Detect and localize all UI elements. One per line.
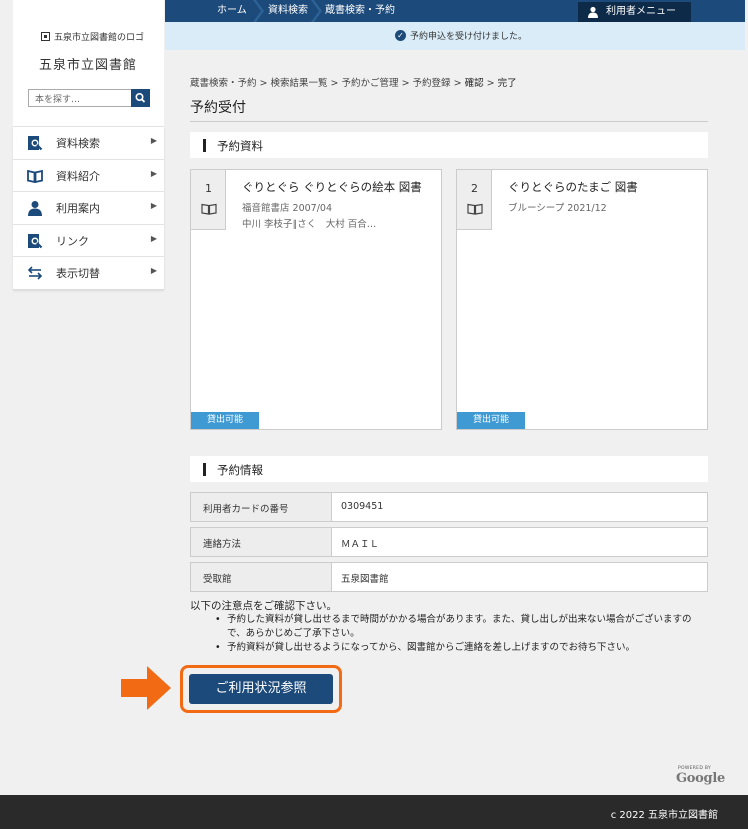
reserved-item-card: 1 ぐりとぐら ぐりとぐらの絵本 図書 福音館書店 2007/04 中川 李枝子…: [190, 169, 442, 430]
sidebar-menu: 資料検索 ▶ 資料紹介 ▶ 利用案内 ▶ リンク ▶ 表示切替 ▶: [13, 126, 164, 290]
item-author: 中川 李枝子∥さく 大村 百合…: [242, 219, 377, 230]
sidebar-item-display-switch[interactable]: 表示切替 ▶: [13, 256, 164, 289]
sidebar-item-label: 資料検索: [56, 137, 100, 150]
caret-right-icon: ▶: [150, 201, 157, 210]
item-number: 2: [471, 182, 478, 195]
info-label: 受取館: [191, 563, 332, 591]
caret-right-icon: ▶: [150, 233, 157, 243]
item-number: 1: [205, 182, 212, 195]
section-bar: [203, 463, 206, 476]
breadcrumb-item[interactable]: 検索結果一覧: [271, 78, 328, 89]
search-button[interactable]: [131, 89, 150, 107]
check-circle-icon: ✓: [395, 30, 406, 41]
notice-message: 予約申込を受け付けました。: [410, 32, 528, 42]
notes-list: 予約した資料が貸し出せるまで時間がかかる場合があります。また、貸し出しが出来ない…: [215, 613, 705, 655]
breadcrumb-item[interactable]: 予約登録: [413, 78, 451, 89]
notice-bar: ✓ 予約申込を受け付けました。: [165, 22, 745, 50]
breadcrumb-item: 確認: [464, 78, 484, 89]
info-row-card-number: 利用者カードの番号 0309451: [190, 492, 708, 522]
info-label: 連絡方法: [191, 528, 332, 556]
item-number-box: 1: [191, 170, 226, 230]
search-book-icon: [28, 136, 43, 151]
info-label: 利用者カードの番号: [191, 493, 332, 521]
breadcrumb-separator: >: [483, 78, 498, 89]
info-row-contact-method: 連絡方法 ＭＡＩＬ: [190, 527, 708, 557]
reserved-item-card: 2 ぐりとぐらのたまご 図書 ブルーシープ 2021/12 貸出可能: [456, 169, 708, 430]
item-publisher: ブルーシープ 2021/12: [508, 203, 607, 214]
open-book-icon: [27, 169, 43, 183]
sidebar-item-label: 資料紹介: [56, 169, 100, 183]
info-row-pickup-library: 受取館 五泉図書館: [190, 562, 708, 592]
sidebar-item-material-search[interactable]: 資料検索 ▶: [13, 126, 164, 159]
library-name: 五泉市立図書館: [39, 58, 138, 73]
item-title[interactable]: ぐりとぐらのたまご 図書: [508, 179, 638, 195]
breadcrumb-separator: >: [398, 78, 413, 89]
info-value: 0309451: [341, 501, 384, 512]
nav-crumb-material-search[interactable]: 資料検索: [268, 0, 308, 22]
search-icon: [135, 93, 146, 103]
item-title[interactable]: ぐりとぐら ぐりとぐらの絵本 図書: [242, 179, 422, 195]
section-title: 予約資料: [217, 139, 263, 153]
google-text: Google: [676, 771, 725, 786]
breadcrumb-separator: >: [327, 78, 342, 89]
sidebar-item-label: リンク: [56, 234, 89, 248]
breadcrumb: 蔵書検索・予約 > 検索結果一覧 > 予約かご管理 > 予約登録 > 確認 > …: [190, 75, 517, 89]
breadcrumb-current: 完了: [497, 78, 517, 89]
breadcrumb-separator: >: [256, 78, 271, 89]
user-menu-button[interactable]: 利用者メニュー: [578, 2, 691, 22]
info-value: ＭＡＩＬ: [341, 539, 380, 550]
chevron-right-icon: [311, 0, 322, 22]
breadcrumb-separator: >: [450, 78, 465, 89]
search-input[interactable]: 本を探す…: [28, 89, 132, 107]
note-item: 予約した資料が貸し出せるまで時間がかかる場合があります。また、貸し出しが出来ない…: [215, 613, 705, 641]
book-icon: [467, 203, 483, 215]
book-icon: [201, 203, 217, 215]
caret-right-icon: ▶: [150, 136, 157, 145]
caret-right-icon: ▶: [150, 168, 157, 178]
chevron-right-icon: [253, 0, 264, 22]
sidebar-item-label: 利用案内: [56, 202, 100, 215]
info-section-header: 予約情報: [190, 456, 708, 482]
sidebar-item-usage-guide[interactable]: 利用案内 ▶: [13, 191, 164, 224]
sidebar-item-material-intro[interactable]: 資料紹介 ▶: [13, 158, 164, 192]
section-title: 予約情報: [217, 463, 263, 477]
top-navigation-bar: ホーム 資料検索 蔵書検索・予約 利用者メニュー: [165, 0, 745, 22]
status-badge: 貸出可能: [457, 412, 525, 429]
info-value: 五泉図書館: [341, 574, 389, 585]
note-item: 予約資料が貸し出せるようになってから、図書館からご連絡を差し上げますのでお待ち下…: [215, 641, 705, 655]
person-icon: [28, 201, 42, 216]
library-logo[interactable]: 五泉市立図書館のロゴ: [41, 30, 144, 43]
title-divider: [190, 121, 708, 122]
sidebar-item-label: 表示切替: [56, 267, 100, 280]
powered-by-google-logo: POWERED BY Google: [676, 766, 725, 788]
copyright: c 2022 五泉市立図書館: [610, 810, 718, 821]
caret-right-icon: ▶: [150, 266, 157, 275]
arrow-right-icon: [121, 666, 171, 710]
notes-lead: 以下の注意点をご確認下さい。: [190, 600, 337, 612]
nav-crumb-home[interactable]: ホーム: [217, 0, 247, 22]
breadcrumb-item[interactable]: 予約かご管理: [342, 78, 399, 89]
footer: c 2022 五泉市立図書館: [0, 795, 748, 829]
section-bar: [203, 139, 206, 152]
status-badge: 貸出可能: [191, 412, 259, 429]
user-menu-label: 利用者メニュー: [606, 6, 676, 17]
logo-text: 五泉市立図書館のロゴ: [54, 33, 145, 43]
link-icon: [28, 233, 43, 248]
usage-status-button[interactable]: ご利用状況参照: [189, 674, 333, 704]
nav-crumb-collection-search[interactable]: 蔵書検索・予約: [325, 0, 395, 22]
breadcrumb-item[interactable]: 蔵書検索・予約: [190, 78, 257, 89]
sidebar-item-links[interactable]: リンク ▶: [13, 223, 164, 257]
switch-arrows-icon: [27, 266, 43, 280]
logo-icon: [41, 32, 50, 41]
reserved-section-header: 予約資料: [190, 132, 708, 158]
user-icon: [588, 6, 598, 18]
sidebar-header: 五泉市立図書館のロゴ 五泉市立図書館 本を探す…: [13, 0, 164, 126]
item-publisher: 福音館書店 2007/04: [242, 203, 332, 214]
item-number-box: 2: [457, 170, 492, 230]
page-title: 予約受付: [190, 100, 246, 116]
highlight-frame: ご利用状況参照: [180, 665, 342, 713]
